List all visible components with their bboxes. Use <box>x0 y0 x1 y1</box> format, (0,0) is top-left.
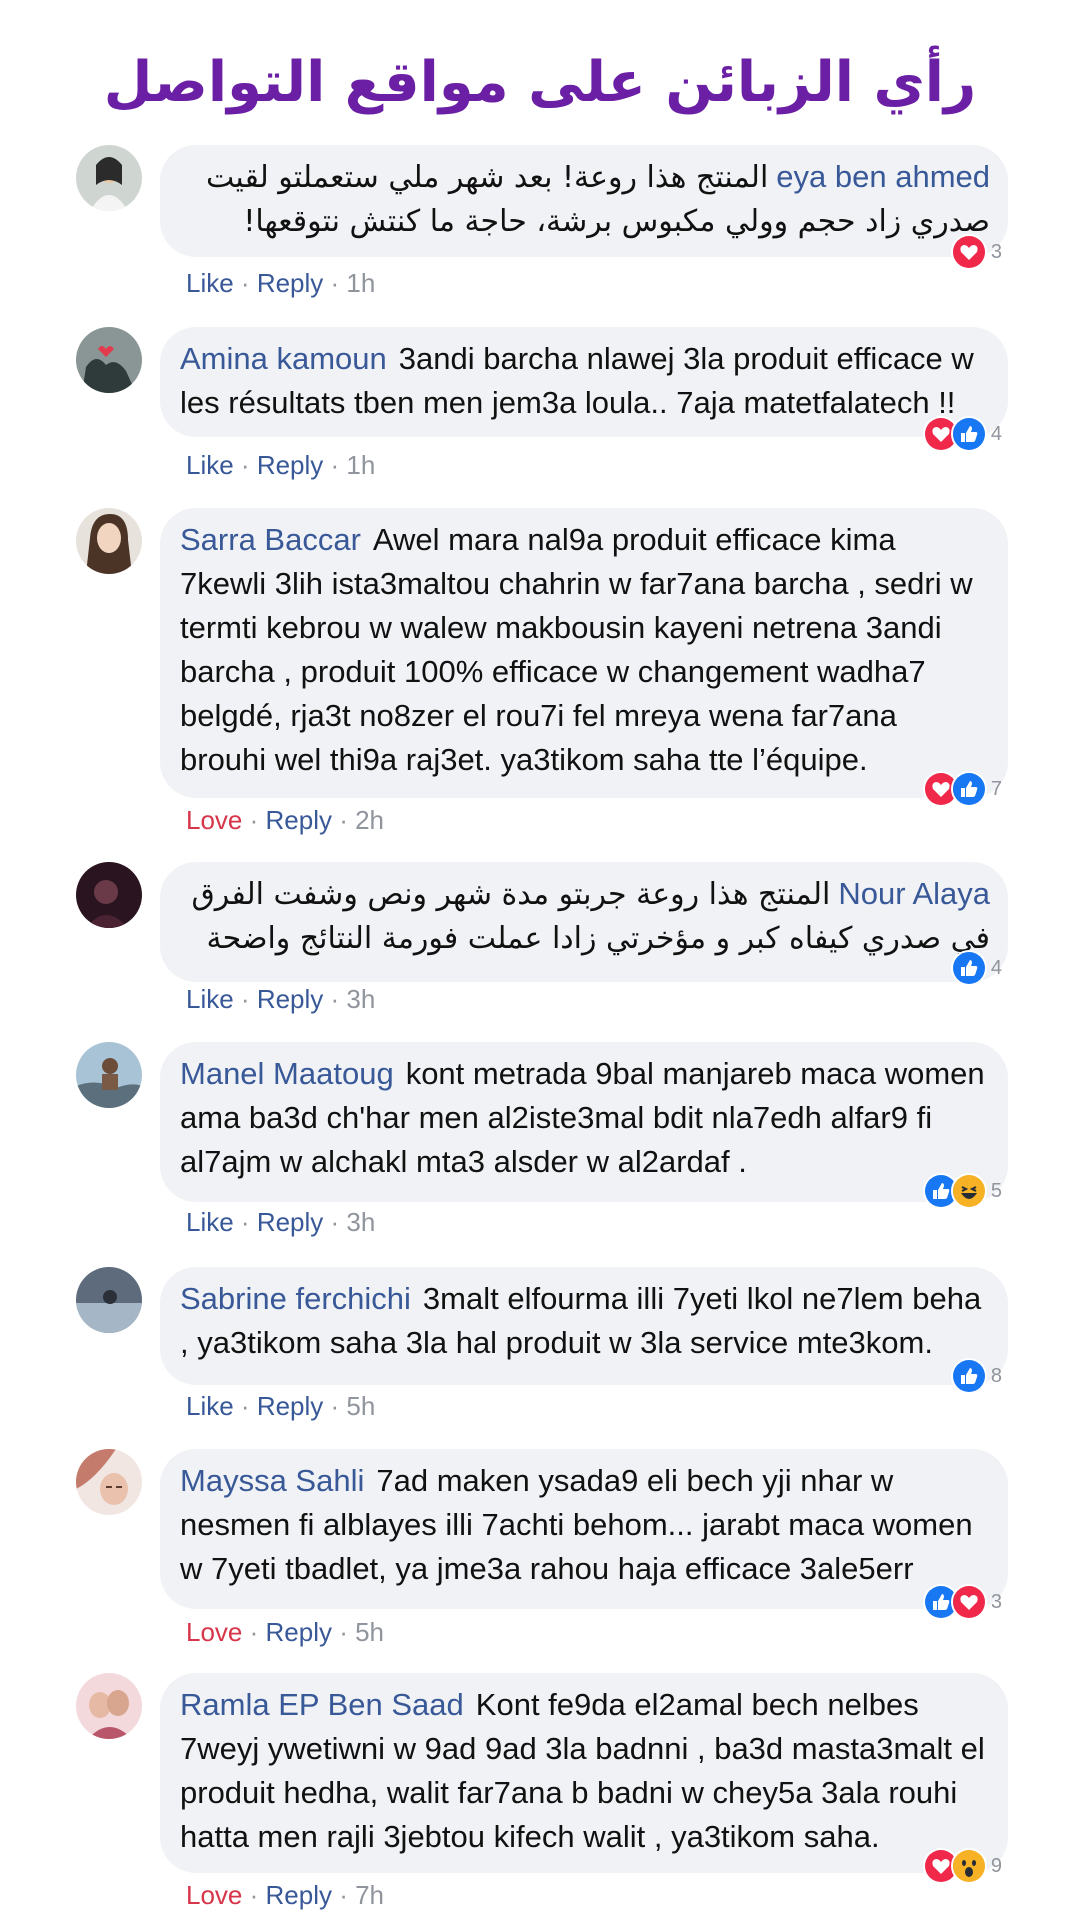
like-link[interactable]: Like <box>186 268 234 298</box>
reaction-summary[interactable]: 7 <box>922 771 1002 807</box>
reaction-count: 4 <box>990 422 1002 445</box>
comment-time: 2h <box>355 805 385 835</box>
avatar[interactable] <box>76 1673 142 1739</box>
commenter-name-link[interactable]: eya ben ahmed <box>776 159 990 194</box>
reaction-count: 7 <box>990 777 1002 800</box>
reaction-count: 4 <box>990 956 1002 979</box>
avatar[interactable] <box>76 145 142 211</box>
reply-link[interactable]: Reply <box>257 984 323 1014</box>
avatar[interactable] <box>76 862 142 928</box>
comment-bubble: Ramla EP Ben Saad Kont fe9da el2amal bech… <box>160 1673 1008 1873</box>
haha-reaction-icon <box>950 1173 987 1209</box>
like-link[interactable]: Like <box>186 450 234 480</box>
like-link[interactable]: Like <box>186 1207 234 1237</box>
wow-reaction-icon <box>950 1848 987 1884</box>
comment-actions: Like · Reply · 3h <box>186 984 376 1014</box>
reaction-count: 3 <box>990 1590 1002 1613</box>
reply-link[interactable]: Reply <box>257 450 323 480</box>
commenter-name-link[interactable]: Nour Alaya <box>838 876 990 911</box>
reaction-summary[interactable]: 4 <box>922 416 1002 452</box>
love-link[interactable]: Love <box>186 1880 242 1910</box>
like-reaction-icon <box>950 416 987 452</box>
reaction-summary[interactable]: 9 <box>922 1848 1002 1884</box>
commenter-name-link[interactable]: Manel Maatoug <box>180 1056 394 1091</box>
reaction-count: 8 <box>990 1364 1002 1387</box>
comment-bubble: Mayssa Sahli 7ad maken ysada9 eli bech yj… <box>160 1449 1008 1609</box>
comment-actions: Like · Reply · 1h <box>186 268 376 298</box>
comment-text: Awel mara nal9a produit efficace kima 7k… <box>180 522 973 777</box>
reply-link[interactable]: Reply <box>257 1207 323 1237</box>
comment-time: 3h <box>346 984 376 1014</box>
love-link[interactable]: Love <box>186 1617 242 1647</box>
reaction-count: 5 <box>990 1179 1002 1202</box>
reply-link[interactable]: Reply <box>266 805 332 835</box>
avatar[interactable] <box>76 1449 142 1515</box>
comment-bubble: Manel Maatoug kont metrada 9bal manjareb … <box>160 1042 1008 1202</box>
like-link[interactable]: Like <box>186 1391 234 1421</box>
comment-time: 5h <box>346 1391 376 1421</box>
reaction-count: 9 <box>990 1854 1002 1877</box>
commenter-name-link[interactable]: Ramla EP Ben Saad <box>180 1687 464 1722</box>
avatar[interactable] <box>76 1042 142 1108</box>
reaction-count: 3 <box>990 240 1002 263</box>
comment-bubble: Sarra Baccar Awel mara nal9a produit effi… <box>160 508 1008 798</box>
comment-bubble: eya ben ahmedالمنتج هذا روعة! بعد شهر مل… <box>160 145 1008 257</box>
reaction-summary[interactable]: 4 <box>950 950 1002 986</box>
reply-link[interactable]: Reply <box>257 1391 323 1421</box>
avatar[interactable] <box>76 1267 142 1333</box>
comment-actions: Love · Reply · 7h <box>186 1880 385 1910</box>
like-reaction-icon <box>950 950 987 986</box>
avatar[interactable] <box>76 327 142 393</box>
love-reaction-icon <box>950 234 987 270</box>
commenter-name-link[interactable]: Sarra Baccar <box>180 522 361 557</box>
comment-bubble: Sabrine ferchichi 3malt elfourma illi 7ye… <box>160 1267 1008 1385</box>
reply-link[interactable]: Reply <box>266 1880 332 1910</box>
reply-link[interactable]: Reply <box>257 268 323 298</box>
comment-bubble: Nour Alayaالمنتج هذا روعة جربتو مدة شهر … <box>160 862 1008 982</box>
reply-link[interactable]: Reply <box>266 1617 332 1647</box>
commenter-name-link[interactable]: Amina kamoun <box>180 341 387 376</box>
like-reaction-icon <box>950 771 987 807</box>
comment-time: 3h <box>346 1207 376 1237</box>
comment-time: 5h <box>355 1617 385 1647</box>
comment-time: 7h <box>355 1880 385 1910</box>
comment-actions: Love · Reply · 2h <box>186 805 385 835</box>
comment-time: 1h <box>346 450 376 480</box>
like-link[interactable]: Like <box>186 984 234 1014</box>
comment-bubble: Amina kamoun 3andi barcha nlawej 3la prod… <box>160 327 1008 437</box>
avatar[interactable] <box>76 508 142 574</box>
commenter-name-link[interactable]: Sabrine ferchichi <box>180 1281 411 1316</box>
comment-time: 1h <box>346 268 376 298</box>
comment-actions: Love · Reply · 5h <box>186 1617 385 1647</box>
reaction-summary[interactable]: 5 <box>922 1173 1002 1209</box>
comment-actions: Like · Reply · 3h <box>186 1207 376 1237</box>
commenter-name-link[interactable]: Mayssa Sahli <box>180 1463 364 1498</box>
comment-actions: Like · Reply · 5h <box>186 1391 376 1421</box>
reaction-summary[interactable]: 8 <box>950 1358 1002 1394</box>
comment-actions: Like · Reply · 1h <box>186 450 376 480</box>
love-link[interactable]: Love <box>186 805 242 835</box>
love-reaction-icon <box>950 1584 987 1620</box>
reaction-summary[interactable]: 3 <box>922 1584 1002 1620</box>
like-reaction-icon <box>950 1358 987 1394</box>
reaction-summary[interactable]: 3 <box>950 234 1002 270</box>
